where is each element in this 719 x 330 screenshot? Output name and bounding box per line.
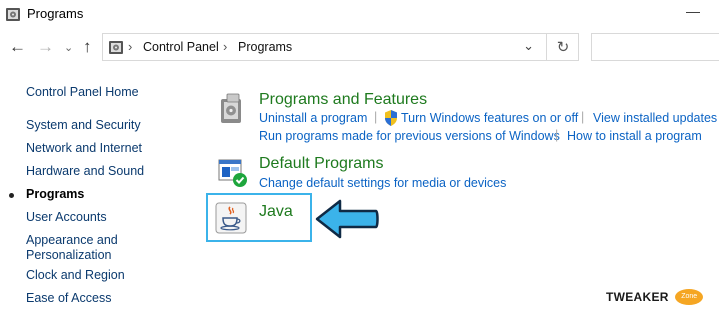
sidebar-item-system-security[interactable]: System and Security bbox=[26, 118, 141, 133]
window-title: Programs bbox=[27, 6, 84, 21]
java-title[interactable]: Java bbox=[259, 203, 293, 221]
search-input[interactable] bbox=[591, 33, 719, 61]
chevron-down-icon: ⌄ bbox=[64, 42, 74, 54]
refresh-icon: ↻ bbox=[556, 39, 570, 56]
java-icon[interactable] bbox=[215, 202, 247, 234]
arrow-right-icon: → bbox=[37, 37, 54, 56]
watermark-text: TWEAKER bbox=[606, 290, 669, 304]
pointer-arrow-icon bbox=[315, 199, 379, 239]
change-default-settings-link[interactable]: Change default settings for media or dev… bbox=[259, 176, 506, 190]
sidebar-item-hardware-sound[interactable]: Hardware and Sound bbox=[26, 164, 144, 179]
sidebar-item-control-panel-home[interactable]: Control Panel Home bbox=[26, 85, 139, 100]
link-separator: | bbox=[555, 128, 559, 142]
default-programs-title[interactable]: Default Programs bbox=[259, 155, 384, 173]
default-programs-icon bbox=[218, 159, 247, 187]
watermark-logo: TWEAKER Zone bbox=[606, 288, 704, 308]
arrow-left-icon: ← bbox=[9, 37, 26, 56]
view-installed-updates-link[interactable]: View installed updates bbox=[593, 111, 717, 125]
sidebar-item-network-internet[interactable]: Network and Internet bbox=[26, 141, 142, 156]
sidebar-item-appearance[interactable]: Appearance and Personalization bbox=[26, 233, 118, 263]
uninstall-program-link[interactable]: Uninstall a program bbox=[259, 111, 367, 125]
arrow-up-icon: ↑ bbox=[83, 37, 92, 56]
sidebar-item-user-accounts[interactable]: User Accounts bbox=[26, 210, 107, 225]
programs-window-icon bbox=[6, 8, 20, 21]
sidebar-item-clock-region[interactable]: Clock and Region bbox=[26, 268, 125, 283]
shield-icon bbox=[385, 110, 397, 126]
address-dropdown-icon[interactable]: ⌄ bbox=[523, 38, 534, 54]
run-old-programs-link[interactable]: Run programs made for previous versions … bbox=[259, 129, 560, 143]
watermark-badge: Zone bbox=[675, 288, 704, 305]
refresh-button[interactable]: ↻ bbox=[546, 33, 579, 61]
recent-locations-button[interactable]: ⌄ bbox=[64, 41, 73, 54]
up-button[interactable]: ↑ bbox=[83, 38, 92, 56]
sidebar-item-programs: Programs bbox=[26, 187, 85, 201]
breadcrumb-control-panel[interactable]: Control Panel bbox=[143, 40, 219, 54]
turn-windows-features-link[interactable]: Turn Windows features on or off bbox=[401, 111, 578, 125]
control-panel-icon bbox=[109, 41, 123, 54]
breadcrumb-chevron-icon: › bbox=[223, 39, 228, 54]
programs-features-icon bbox=[221, 93, 241, 123]
how-to-install-link[interactable]: How to install a program bbox=[567, 129, 702, 143]
breadcrumb-chevron-icon: › bbox=[128, 39, 133, 54]
active-bullet-icon bbox=[9, 193, 14, 198]
address-bar[interactable]: › Control Panel › Programs ⌄ bbox=[102, 33, 579, 61]
sidebar-item-ease-access[interactable]: Ease of Access bbox=[26, 291, 111, 306]
breadcrumb-programs[interactable]: Programs bbox=[238, 40, 292, 54]
forward-button[interactable]: → bbox=[37, 38, 54, 56]
back-button[interactable]: ← bbox=[9, 38, 26, 56]
programs-features-title[interactable]: Programs and Features bbox=[259, 91, 427, 109]
minimize-button[interactable]: — bbox=[686, 3, 700, 19]
link-separator: | bbox=[581, 110, 585, 124]
link-separator: | bbox=[374, 110, 378, 124]
